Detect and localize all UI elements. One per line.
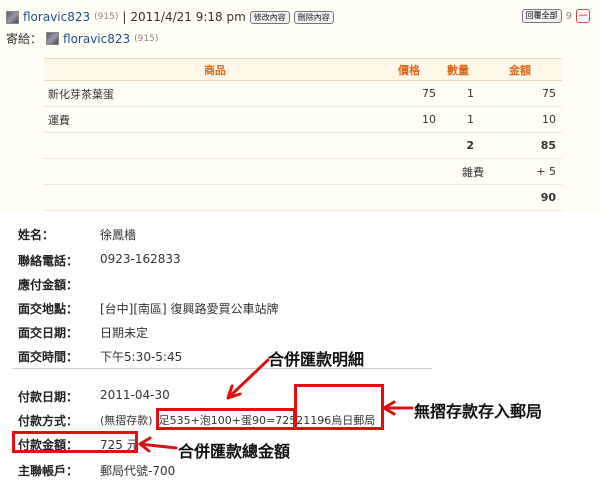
combined-total-annotation: 合併匯款總金額 [178,442,291,461]
combined-detail-annotation: 合併匯款明細 [268,350,365,369]
post-office-annotation: 無摺存款存入郵局 [414,402,543,421]
arrow-to-detail [226,358,270,400]
